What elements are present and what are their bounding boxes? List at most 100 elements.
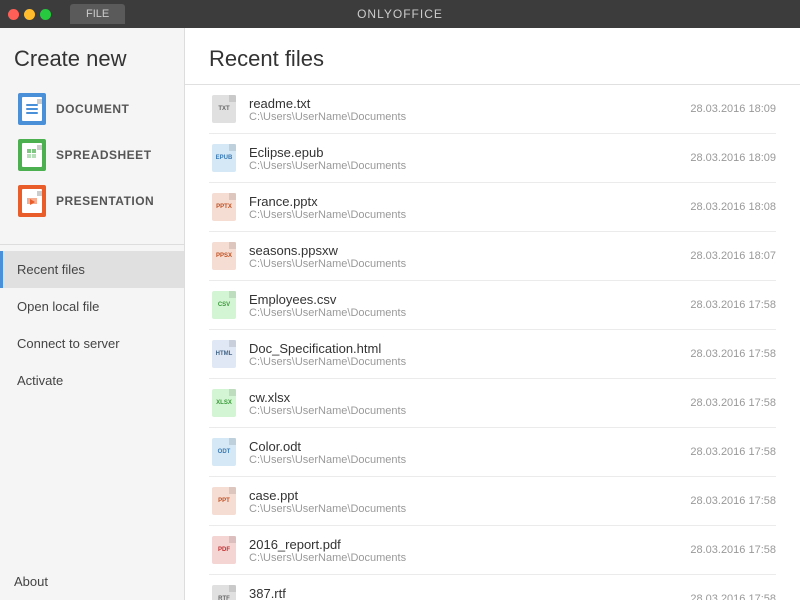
nav-recent-files[interactable]: Recent files [0,251,184,288]
file-info: Color.odt C:\Users\UserName\Documents [249,439,680,466]
file-thumb: CSV [209,288,239,322]
file-date: 28.03.2016 17:58 [690,593,776,600]
file-date: 28.03.2016 18:09 [690,103,776,115]
file-date: 28.03.2016 17:58 [690,397,776,409]
title-bar: FILE ONLYOFFICE [0,0,800,28]
file-type-label: EPUB [216,155,233,161]
file-row[interactable]: XLSX cw.xlsx C:\Users\UserName\Documents… [209,379,776,428]
file-type-label: PPT [218,498,230,504]
file-row[interactable]: EPUB Eclipse.epub C:\Users\UserName\Docu… [209,134,776,183]
file-date: 28.03.2016 17:58 [690,544,776,556]
file-info: readme.txt C:\Users\UserName\Documents [249,96,680,123]
file-date: 28.03.2016 17:58 [690,446,776,458]
file-type-icon: PDF [212,536,236,564]
file-type-icon: RTF [212,585,236,600]
file-row[interactable]: PPTX France.pptx C:\Users\UserName\Docum… [209,183,776,232]
file-thumb: EPUB [209,141,239,175]
file-thumb: XLSX [209,386,239,420]
nav-open-local[interactable]: Open local file [0,288,184,325]
document-label: DOCUMENT [56,102,129,116]
file-thumb: HTML [209,337,239,371]
file-row[interactable]: TXT readme.txt C:\Users\UserName\Documen… [209,85,776,134]
file-date: 28.03.2016 18:09 [690,152,776,164]
create-document-button[interactable]: DOCUMENT [14,86,170,132]
file-type-label: PPTX [216,204,232,210]
file-path: C:\Users\UserName\Documents [249,405,680,417]
file-row[interactable]: PPSX seasons.ppsxw C:\Users\UserName\Doc… [209,232,776,281]
file-corner [229,193,236,200]
app-body: Create new DOCUMENT [0,28,800,600]
file-info: 387.rtf C:\Users\UserName\Documents [249,586,680,600]
file-name: Doc_Specification.html [249,341,680,356]
file-type-icon: PPSX [212,242,236,270]
file-type-icon: XLSX [212,389,236,417]
file-info: 2016_report.pdf C:\Users\UserName\Docume… [249,537,680,564]
file-corner [229,536,236,543]
nav-connect-server[interactable]: Connect to server [0,325,184,362]
close-button[interactable] [8,9,19,20]
file-type-label: XLSX [216,400,232,406]
file-type-icon: PPTX [212,193,236,221]
files-list[interactable]: TXT readme.txt C:\Users\UserName\Documen… [185,85,800,600]
file-type-label: RTF [218,596,230,600]
minimize-button[interactable] [24,9,35,20]
pres-file-icon [22,189,42,213]
file-name: cw.xlsx [249,390,680,405]
file-corner [229,144,236,151]
sidebar-divider-1 [0,244,184,245]
file-row[interactable]: PPT case.ppt C:\Users\UserName\Documents… [209,477,776,526]
create-spreadsheet-button[interactable]: SPREADSHEET [14,132,170,178]
nav-activate[interactable]: Activate [0,362,184,399]
pres-svg [26,196,38,206]
main-title: Recent files [209,46,776,72]
file-name: Color.odt [249,439,680,454]
file-name: case.ppt [249,488,680,503]
file-row[interactable]: PDF 2016_report.pdf C:\Users\UserName\Do… [209,526,776,575]
file-info: cw.xlsx C:\Users\UserName\Documents [249,390,680,417]
about-link[interactable]: About [0,563,184,600]
traffic-lights [8,9,51,20]
tab-area: FILE [70,4,125,24]
maximize-button[interactable] [40,9,51,20]
file-info: seasons.ppsxw C:\Users\UserName\Document… [249,243,680,270]
file-info: case.ppt C:\Users\UserName\Documents [249,488,680,515]
file-type-label: PDF [218,547,230,553]
create-presentation-button[interactable]: PRESENTATION [14,178,170,224]
file-row[interactable]: RTF 387.rtf C:\Users\UserName\Documents … [209,575,776,600]
file-corner [229,242,236,249]
file-type-label: PPSX [216,253,232,259]
sheet-svg [26,148,38,162]
file-info: Doc_Specification.html C:\Users\UserName… [249,341,680,368]
file-corner [229,438,236,445]
file-thumb: ODT [209,435,239,469]
file-row[interactable]: ODT Color.odt C:\Users\UserName\Document… [209,428,776,477]
file-path: C:\Users\UserName\Documents [249,307,680,319]
create-new-section: Create new DOCUMENT [0,28,184,238]
file-type-icon: PPT [212,487,236,515]
file-corner [229,487,236,494]
file-type-icon: HTML [212,340,236,368]
file-name: 2016_report.pdf [249,537,680,552]
file-tab[interactable]: FILE [70,4,125,24]
file-corner [229,340,236,347]
file-row[interactable]: HTML Doc_Specification.html C:\Users\Use… [209,330,776,379]
file-row[interactable]: CSV Employees.csv C:\Users\UserName\Docu… [209,281,776,330]
file-name: Eclipse.epub [249,145,680,160]
file-info: Employees.csv C:\Users\UserName\Document… [249,292,680,319]
file-date: 28.03.2016 18:08 [690,201,776,213]
file-path: C:\Users\UserName\Documents [249,503,680,515]
document-icon [18,93,46,125]
file-type-label: TXT [218,106,229,112]
file-type-label: CSV [218,302,230,308]
file-corner [229,291,236,298]
file-thumb: RTF [209,582,239,600]
file-path: C:\Users\UserName\Documents [249,160,680,172]
sheet-file-icon [22,143,42,167]
spreadsheet-icon [18,139,46,171]
file-info: France.pptx C:\Users\UserName\Documents [249,194,680,221]
file-corner [229,95,236,102]
file-path: C:\Users\UserName\Documents [249,454,680,466]
file-path: C:\Users\UserName\Documents [249,356,680,368]
file-name: France.pptx [249,194,680,209]
file-thumb: PPT [209,484,239,518]
